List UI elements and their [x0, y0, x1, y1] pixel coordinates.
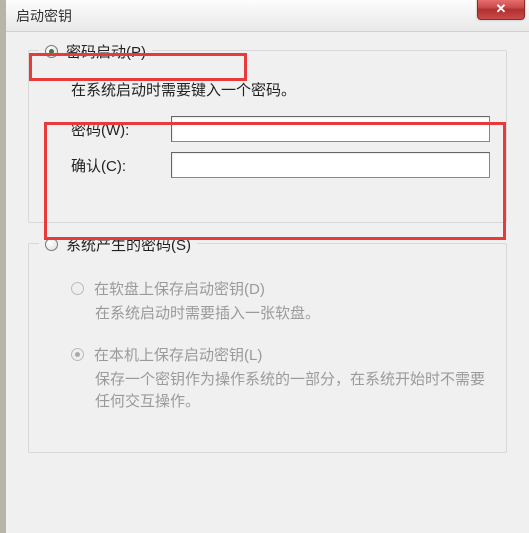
- option-local: 在本机上保存启动密钥(L): [71, 344, 490, 365]
- radio-system-label: 系统产生的密码(S): [66, 234, 191, 255]
- group-password-legend[interactable]: 密码启动(P): [39, 41, 152, 62]
- option-floppy: 在软盘上保存启动密钥(D): [71, 278, 490, 299]
- radio-floppy-label: 在软盘上保存启动密钥(D): [94, 278, 265, 299]
- radio-floppy: [71, 282, 84, 295]
- window-title: 启动密钥: [16, 6, 72, 26]
- close-button[interactable]: ✕: [477, 0, 525, 20]
- confirm-label: 确认(C):: [71, 155, 171, 176]
- dialog-window: 启动密钥 ✕ 密码启动(P) 在系统启动时需要键入一个密码。 密码(W): 确认…: [0, 0, 529, 533]
- password-label: 密码(W):: [71, 119, 171, 140]
- confirm-input[interactable]: [171, 152, 490, 178]
- radio-local: [71, 348, 84, 361]
- group-system-legend[interactable]: 系统产生的密码(S): [39, 234, 197, 255]
- titlebar: 启动密钥 ✕: [6, 0, 529, 32]
- radio-local-label: 在本机上保存启动密钥(L): [94, 344, 262, 365]
- radio-system-password[interactable]: [45, 238, 58, 251]
- close-icon: ✕: [496, 1, 507, 17]
- radio-password-label: 密码启动(P): [66, 41, 146, 62]
- password-row: 密码(W):: [71, 116, 490, 142]
- group-system-password: 系统产生的密码(S) 在软盘上保存启动密钥(D) 在系统启动时需要插入一张软盘。…: [28, 243, 507, 453]
- password-input[interactable]: [171, 116, 490, 142]
- radio-password-startup[interactable]: [45, 45, 58, 58]
- password-startup-desc: 在系统启动时需要键入一个密码。: [71, 79, 490, 100]
- group-password-startup: 密码启动(P) 在系统启动时需要键入一个密码。 密码(W): 确认(C):: [28, 50, 507, 223]
- local-desc: 保存一个密钥作为操作系统的一部分，在系统开始时不需要任何交互操作。: [95, 369, 490, 414]
- floppy-desc: 在系统启动时需要插入一张软盘。: [95, 303, 490, 326]
- dialog-content: 密码启动(P) 在系统启动时需要键入一个密码。 密码(W): 确认(C): 系统…: [6, 32, 529, 483]
- confirm-row: 确认(C):: [71, 152, 490, 178]
